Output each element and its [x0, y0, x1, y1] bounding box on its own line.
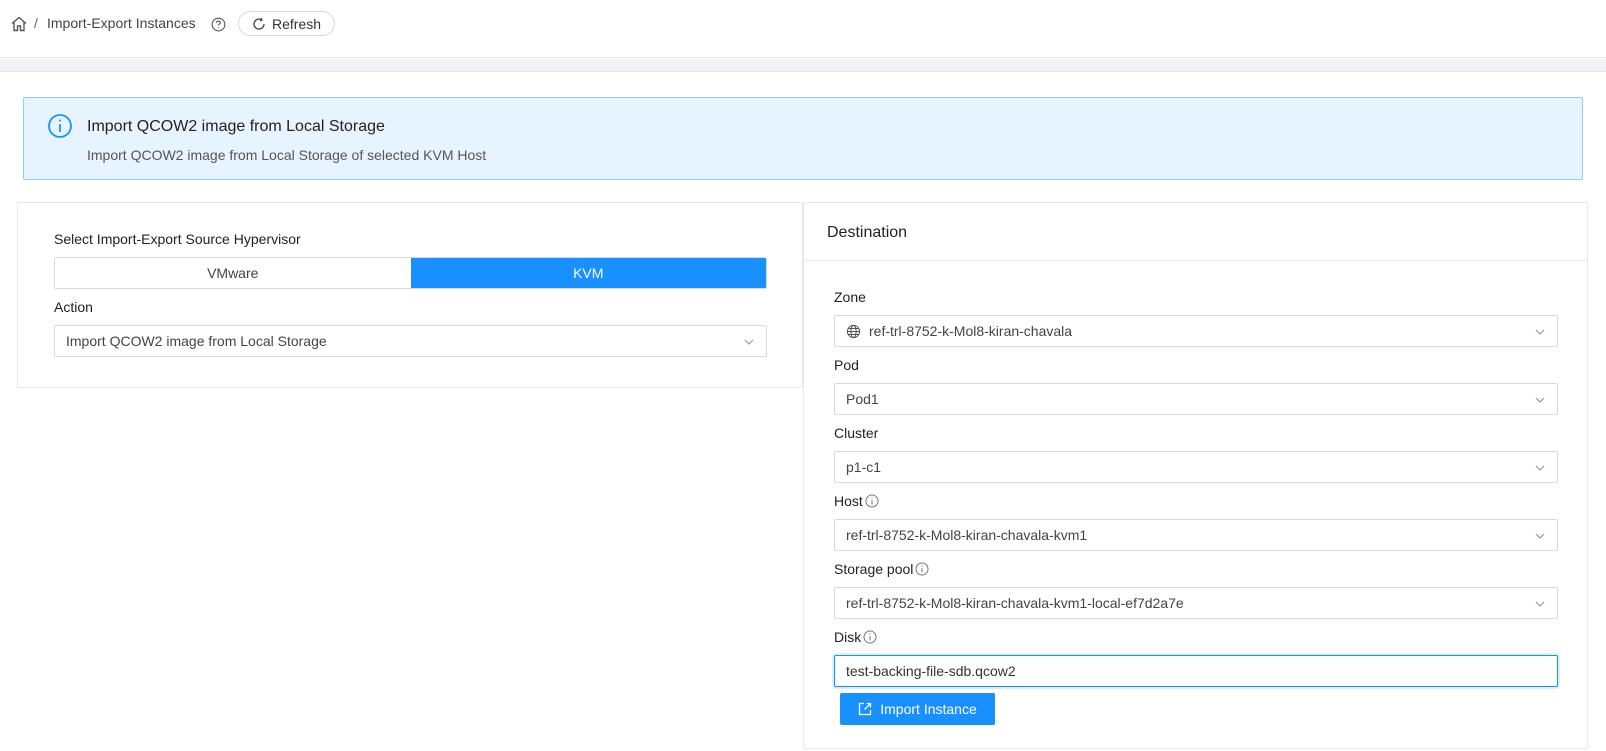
host-label: Host — [834, 493, 879, 509]
header-divider — [0, 59, 1606, 72]
zone-select-value: ref-trl-8752-k-Mol8-kiran-chavala — [869, 323, 1073, 339]
chevron-down-icon — [1535, 601, 1545, 607]
home-icon[interactable] — [10, 15, 28, 33]
import-instance-button[interactable]: Import Instance — [840, 693, 995, 725]
zone-label: Zone — [834, 289, 866, 305]
cluster-label: Cluster — [834, 425, 879, 441]
chevron-down-icon — [1535, 533, 1545, 539]
destination-card: Destination Zone ref-trl-8752-k-Mol8-kir… — [803, 202, 1588, 749]
info-alert: Import QCOW2 image from Local Storage Im… — [23, 97, 1583, 180]
host-select[interactable]: ref-trl-8752-k-Mol8-kiran-chavala-kvm1 — [834, 519, 1558, 551]
globe-icon — [846, 324, 861, 338]
breadcrumb-separator: / — [34, 15, 38, 31]
import-icon — [859, 702, 872, 716]
hypervisor-option-vmware[interactable]: VMware — [55, 258, 411, 288]
disk-label-text: Disk — [834, 629, 862, 645]
chevron-down-icon — [1535, 397, 1545, 403]
reload-icon — [253, 17, 265, 30]
pod-select-value: Pod1 — [846, 391, 879, 407]
source-card: Select Import-Export Source Hypervisor V… — [17, 202, 803, 388]
action-select-value: Import QCOW2 image from Local Storage — [66, 333, 327, 349]
disk-input-value: test-backing-file-sdb.qcow2 — [846, 663, 1016, 679]
info-circle-icon[interactable] — [915, 562, 929, 576]
info-circle-icon[interactable] — [863, 630, 877, 644]
storage-pool-label: Storage pool — [834, 561, 929, 577]
import-instance-label: Import Instance — [880, 701, 977, 717]
hypervisor-label: Select Import-Export Source Hypervisor — [54, 231, 301, 247]
refresh-label: Refresh — [271, 15, 322, 32]
info-circle-icon[interactable] — [865, 494, 879, 508]
zone-select[interactable]: ref-trl-8752-k-Mol8-kiran-chavala — [834, 315, 1558, 347]
host-select-value: ref-trl-8752-k-Mol8-kiran-chavala-kvm1 — [846, 527, 1088, 543]
storage-pool-select[interactable]: ref-trl-8752-k-Mol8-kiran-chavala-kvm1-l… — [834, 587, 1558, 619]
disk-input[interactable]: test-backing-file-sdb.qcow2 — [834, 655, 1558, 687]
page-title: Import-Export Instances — [47, 15, 196, 31]
disk-label: Disk — [834, 629, 877, 645]
info-circle-icon — [48, 114, 72, 138]
question-circle-icon[interactable] — [211, 17, 226, 32]
hypervisor-option-kvm[interactable]: KVM — [410, 258, 766, 288]
destination-title: Destination — [827, 224, 908, 241]
action-select[interactable]: Import QCOW2 image from Local Storage — [54, 325, 767, 357]
action-label: Action — [54, 299, 93, 315]
pod-select[interactable]: Pod1 — [834, 383, 1558, 415]
host-label-text: Host — [834, 493, 863, 509]
alert-description: Import QCOW2 image from Local Storage of… — [87, 147, 487, 163]
cluster-select[interactable]: p1-c1 — [834, 451, 1558, 483]
storage-pool-label-text: Storage pool — [834, 561, 914, 577]
cluster-select-value: p1-c1 — [846, 459, 882, 475]
chevron-down-icon — [1535, 329, 1545, 335]
hypervisor-selector: VMware KVM — [54, 257, 767, 289]
top-bar: / Import-Export Instances Refresh — [0, 0, 1606, 58]
chevron-down-icon — [1535, 465, 1545, 471]
destination-header: Destination — [804, 203, 1587, 261]
storage-pool-select-value: ref-trl-8752-k-Mol8-kiran-chavala-kvm1-l… — [846, 595, 1184, 611]
refresh-button[interactable]: Refresh — [238, 11, 335, 36]
pod-label: Pod — [834, 357, 859, 373]
chevron-down-icon — [744, 339, 754, 345]
alert-title: Import QCOW2 image from Local Storage — [87, 118, 385, 135]
